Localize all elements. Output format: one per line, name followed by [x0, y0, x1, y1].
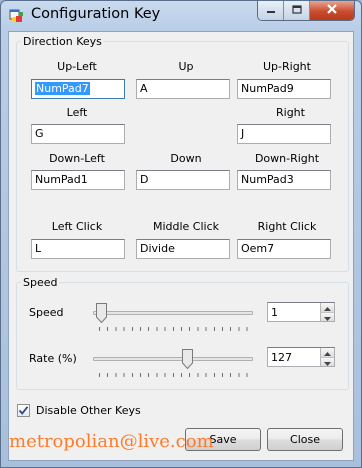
minimize-icon	[266, 4, 276, 17]
close-window-button[interactable]	[310, 1, 354, 20]
up-label: Up	[178, 60, 194, 73]
speed-slider-ticks	[99, 327, 251, 331]
left-click-value: L	[35, 242, 42, 255]
left-value: G	[35, 127, 44, 140]
right-click-value: Oem7	[241, 242, 275, 255]
down-left-label: Down-Left	[49, 152, 105, 165]
rate-label: Rate (%)	[29, 352, 77, 365]
down-label: Down	[170, 152, 202, 165]
right-value: J	[241, 127, 245, 140]
up-left-label: Up-Left	[57, 60, 97, 73]
speed-down-button[interactable]	[320, 312, 334, 321]
middle-click-value: Divide	[140, 242, 175, 255]
rate-value: 127	[271, 351, 292, 364]
left-label: Left	[66, 106, 88, 119]
rate-slider-ticks	[99, 373, 251, 377]
client-area: Direction Keys Up-Left Up Up-Right NumPa…	[8, 31, 354, 461]
middle-click-input[interactable]: Divide	[136, 239, 230, 259]
speed-value: 1	[271, 306, 278, 319]
configuration-window: Configuration Key Direction Keys Up-Left…	[0, 0, 362, 468]
up-left-input[interactable]: NumPad7	[31, 79, 125, 99]
up-right-label: Up-Right	[263, 60, 311, 73]
right-input[interactable]: J	[237, 124, 331, 144]
speed-label: Speed	[29, 306, 64, 319]
up-value: A	[140, 82, 148, 95]
rate-slider[interactable]	[93, 349, 253, 383]
direction-keys-legend: Direction Keys	[23, 35, 102, 48]
maximize-icon	[291, 4, 302, 17]
up-right-value: NumPad9	[241, 82, 294, 95]
speed-slider[interactable]	[93, 303, 253, 337]
right-click-input[interactable]: Oem7	[237, 239, 331, 259]
middle-click-label: Middle Click	[152, 220, 220, 233]
down-right-input[interactable]: NumPad3	[237, 170, 331, 190]
down-input[interactable]: D	[136, 170, 230, 190]
speed-slider-track	[93, 311, 253, 315]
speed-slider-thumb[interactable]	[96, 303, 107, 324]
disable-other-keys-checkbox[interactable]	[17, 404, 30, 417]
speed-legend: Speed	[23, 276, 58, 289]
rate-down-button[interactable]	[320, 357, 334, 366]
window-controls	[257, 1, 355, 21]
close-button-label: Close	[290, 433, 320, 446]
disable-other-keys-label[interactable]: Disable Other Keys	[36, 404, 141, 417]
speed-spinner[interactable]: 1	[267, 302, 335, 322]
left-input[interactable]: G	[31, 124, 125, 144]
watermark-text: metropolian@live.com	[9, 431, 214, 452]
rate-slider-thumb[interactable]	[182, 349, 193, 370]
triangle-down-icon	[324, 356, 331, 369]
window-title: Configuration Key	[31, 6, 161, 22]
close-icon	[326, 4, 338, 17]
down-right-value: NumPad3	[241, 173, 294, 186]
rate-spinner[interactable]: 127	[267, 347, 335, 367]
title-bar[interactable]: Configuration Key	[1, 1, 361, 31]
app-window-icon	[9, 8, 25, 24]
maximize-button[interactable]	[284, 1, 310, 20]
minimize-button[interactable]	[258, 1, 284, 20]
down-value: D	[140, 173, 149, 186]
right-label: Right	[276, 106, 305, 119]
up-right-input[interactable]: NumPad9	[237, 79, 331, 99]
triangle-down-icon	[324, 311, 331, 324]
down-left-value: NumPad1	[35, 173, 88, 186]
right-click-label: Right Click	[257, 220, 317, 233]
down-right-label: Down-Right	[254, 152, 320, 165]
up-left-value: NumPad7	[35, 82, 90, 95]
left-click-label: Left Click	[51, 220, 103, 233]
left-click-input[interactable]: L	[31, 239, 125, 259]
up-input[interactable]: A	[136, 79, 230, 99]
down-left-input[interactable]: NumPad1	[31, 170, 125, 190]
rate-slider-track	[93, 357, 253, 361]
close-button[interactable]: Close	[267, 428, 343, 451]
checkmark-icon	[18, 406, 29, 419]
